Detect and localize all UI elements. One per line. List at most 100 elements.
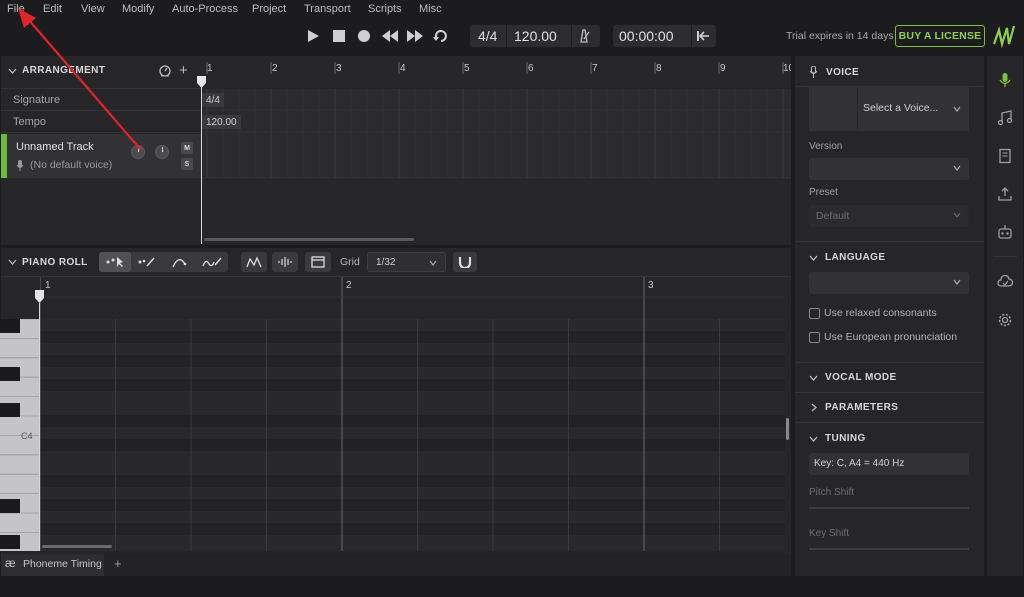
tempo-value[interactable]: 120.00 [514, 28, 557, 44]
ruler-bar-10: 10 [783, 63, 791, 74]
export-icon[interactable] [997, 186, 1013, 202]
piano-roll-chevron-icon[interactable] [8, 258, 17, 266]
stop-icon[interactable] [331, 28, 347, 44]
waveform-view-button[interactable] [272, 252, 298, 272]
pr-vertical-scrollbar[interactable] [786, 418, 789, 440]
menu-misc[interactable]: Misc [419, 3, 442, 15]
menu-edit[interactable]: Edit [43, 3, 62, 15]
cloud-icon[interactable] [997, 274, 1013, 290]
track-name[interactable]: Unnamed Track [16, 141, 94, 153]
book-icon[interactable] [997, 148, 1013, 164]
european-pronunciation-checkbox[interactable] [809, 332, 820, 343]
menu-bar: File Edit View Modify Auto-Process Proje… [0, 0, 1024, 18]
add-tab-button[interactable]: + [114, 556, 122, 571]
buy-license-button[interactable]: BUY A LICENSE [895, 25, 985, 47]
pitch-shift-slider[interactable] [809, 507, 969, 509]
tuning-chevron-icon[interactable] [809, 435, 818, 443]
playhead[interactable] [201, 78, 202, 244]
grid-select[interactable]: 1/32 [367, 252, 446, 272]
chevron-down-icon [953, 279, 961, 285]
piano-roll-title: PIANO ROLL [22, 257, 88, 268]
play-icon[interactable] [305, 28, 321, 44]
draw-pitch-tool-icon[interactable] [201, 256, 223, 268]
vocal-mode-title[interactable]: VOCAL MODE [825, 372, 897, 383]
version-label: Version [809, 141, 843, 152]
relaxed-consonants-checkbox[interactable] [809, 308, 820, 319]
time-value[interactable]: 00:00:00 [619, 28, 674, 44]
return-to-start-icon[interactable] [696, 29, 710, 43]
ruler-bar-2: 2 [272, 63, 278, 74]
tempo-map-icon[interactable] [159, 65, 171, 77]
pr-ruler-bar-3: 3 [648, 280, 654, 291]
preset-label: Preset [809, 187, 838, 198]
menu-file[interactable]: File [7, 3, 25, 15]
solo-button[interactable]: S [181, 158, 193, 170]
microphone-icon[interactable] [997, 72, 1013, 88]
menu-auto-process[interactable]: Auto-Process [172, 3, 238, 15]
vocal-mode-chevron-icon[interactable] [809, 374, 818, 382]
signature-marker[interactable]: 4/4 [202, 93, 224, 107]
clip-view-button[interactable] [305, 252, 331, 272]
ruler-bar-5: 5 [464, 63, 470, 74]
pr-ruler-bar-1: 1 [45, 280, 51, 291]
tempo-marker[interactable]: 120.00 [202, 115, 241, 129]
chevron-down-icon[interactable] [8, 67, 17, 75]
metronome-icon[interactable] [577, 29, 591, 43]
piano-roll-grid[interactable] [40, 277, 785, 551]
add-track-button[interactable]: + [179, 63, 188, 78]
voice-select-text: Select a Voice... [863, 102, 939, 114]
parameters-chevron-right-icon[interactable] [810, 403, 818, 412]
language-title: LANGUAGE [825, 252, 886, 263]
arrangement-grid [202, 56, 791, 245]
snap-button[interactable] [453, 252, 477, 272]
volume-knob[interactable] [131, 145, 145, 159]
menu-view[interactable]: View [81, 3, 105, 15]
ruler-bar-6: 6 [528, 63, 534, 74]
version-select[interactable] [809, 158, 969, 180]
grid-label: Grid [340, 256, 360, 268]
pencil-tool-icon[interactable] [137, 256, 157, 268]
music-note-icon[interactable] [997, 110, 1013, 126]
pan-knob[interactable] [155, 145, 169, 159]
robot-icon[interactable] [997, 224, 1013, 240]
arrangement-timeline[interactable] [202, 56, 791, 245]
tempo-display: 4/4 120.00 [470, 25, 600, 47]
trial-text: Trial expires in 14 days [786, 30, 894, 42]
curve-tool-icon[interactable] [171, 256, 191, 268]
language-chevron-icon[interactable] [809, 254, 818, 262]
track-row[interactable]: Unnamed Track (No default voice) M S [1, 134, 201, 178]
fast-forward-icon[interactable] [406, 28, 424, 44]
parameters-title[interactable]: PARAMETERS [825, 402, 898, 413]
key-shift-slider[interactable] [809, 548, 969, 550]
menu-scripts[interactable]: Scripts [368, 3, 402, 15]
menu-modify[interactable]: Modify [122, 3, 154, 15]
voice-avatar [809, 87, 857, 131]
language-select[interactable] [809, 272, 969, 294]
pitch-view-button[interactable] [241, 252, 267, 272]
voice-select[interactable]: Select a Voice... [858, 87, 969, 131]
record-icon[interactable] [356, 28, 372, 44]
playhead-handle[interactable] [197, 76, 206, 88]
select-tool-icon[interactable] [105, 256, 125, 268]
preset-select[interactable]: Default [809, 205, 969, 227]
key-shift-label: Key Shift [809, 528, 850, 539]
pr-horizontal-scrollbar[interactable] [42, 545, 112, 548]
tuning-field[interactable]: Key: C, A4 = 440 Hz [809, 453, 969, 475]
gear-icon[interactable] [997, 312, 1013, 328]
time-signature[interactable]: 4/4 [478, 28, 497, 44]
pr-playhead[interactable] [39, 303, 40, 551]
piano-keys [0, 319, 40, 549]
track-voice: (No default voice) [30, 159, 113, 171]
mute-button[interactable]: M [181, 142, 193, 154]
menu-project[interactable]: Project [252, 3, 286, 15]
magnet-icon [458, 257, 472, 268]
track-color-strip [1, 134, 7, 178]
rewind-icon[interactable] [381, 28, 399, 44]
pr-playhead-handle[interactable] [35, 290, 44, 304]
grid-value: 1/32 [376, 256, 396, 268]
piano-keyboard[interactable] [0, 319, 40, 551]
loop-icon[interactable] [433, 28, 449, 44]
menu-transport[interactable]: Transport [304, 3, 351, 15]
arrangement-scrollbar[interactable] [204, 238, 414, 241]
pr-ruler-bar-2: 2 [346, 280, 352, 291]
